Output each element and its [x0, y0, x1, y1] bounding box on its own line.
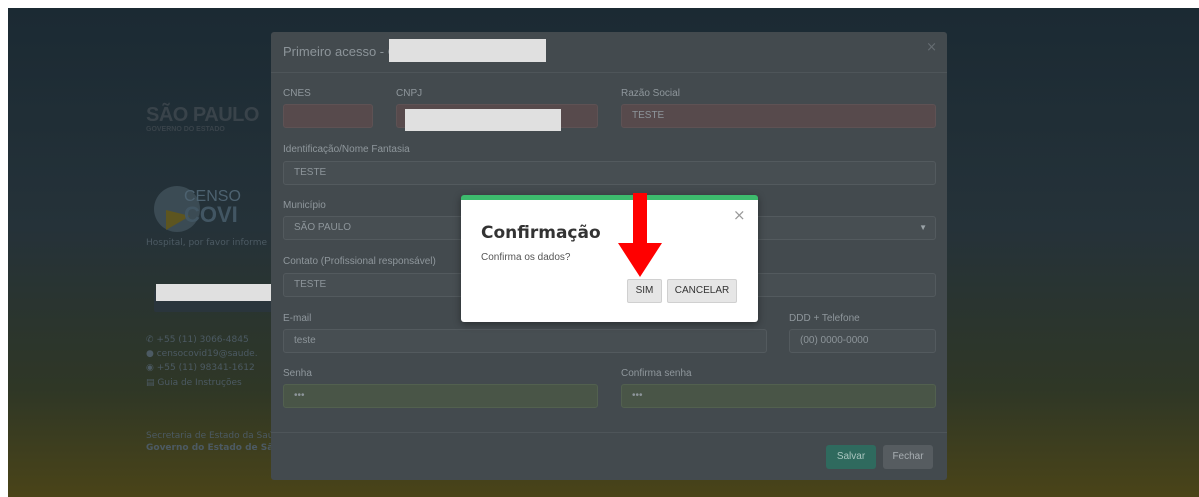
telefone-field[interactable]: (00) 0000-0000	[789, 329, 936, 353]
cnes-field[interactable]	[283, 104, 373, 128]
modal-header: Primeiro acesso - C ×	[271, 32, 947, 73]
email-field[interactable]: teste	[283, 329, 767, 353]
red-arrow-shape	[618, 193, 662, 277]
label-senha: Senha	[283, 368, 312, 379]
sao-paulo-logo: SÃO PAULO GOVERNO DO ESTADO	[146, 104, 259, 133]
redacted-cnpj-block	[405, 109, 561, 131]
close-button[interactable]: Fechar	[883, 445, 933, 469]
modal-close-icon[interactable]: ×	[926, 40, 937, 55]
whatsapp-icon: ◉	[146, 363, 154, 373]
contact-whatsapp: ◉ +55 (11) 98341-1612	[146, 363, 255, 373]
dialog-title: Confirmação	[481, 223, 601, 243]
close-icon[interactable]: ×	[733, 206, 746, 224]
label-telefone: DDD + Telefone	[789, 313, 860, 324]
email-icon: ●	[146, 349, 154, 359]
red-arrow-icon	[618, 193, 662, 277]
redacted-title-block	[389, 39, 546, 62]
footer-line-2: Governo do Estado de São P	[146, 443, 290, 453]
municipio-value: SÃO PAULO	[294, 222, 352, 233]
guide-link: ▤ Guia de Instruções	[146, 378, 242, 388]
contact-phone: ✆ +55 (11) 3066-4845	[146, 335, 249, 345]
label-confirma-senha: Confirma senha	[621, 368, 692, 379]
nome-fantasia-field[interactable]: TESTE	[283, 161, 936, 185]
save-button[interactable]: Salvar	[826, 445, 876, 469]
cancel-button[interactable]: CANCELAR	[667, 279, 737, 303]
label-razao-social: Razão Social	[621, 88, 680, 99]
label-contato: Contato (Profissional responsável)	[283, 256, 436, 267]
razao-social-field[interactable]: TESTE	[621, 104, 936, 128]
label-municipio: Município	[283, 200, 326, 211]
modal-footer: Salvar Fechar	[271, 432, 947, 481]
hint-text: Hospital, por favor informe	[146, 238, 268, 248]
label-nome-fantasia: Identificação/Nome Fantasia	[283, 144, 410, 155]
senha-field[interactable]: •••	[283, 384, 598, 408]
modal-title: Primeiro acesso - C	[283, 44, 398, 59]
label-email: E-mail	[283, 313, 312, 324]
label-cnes: CNES	[283, 88, 311, 99]
redacted-block	[156, 284, 275, 301]
yes-button[interactable]: SIM	[627, 279, 662, 303]
dialog-message: Confirma os dados?	[481, 252, 571, 263]
label-cnpj: CNPJ	[396, 88, 423, 99]
confirma-senha-field[interactable]: •••	[621, 384, 936, 408]
pdf-icon: ▤	[146, 378, 155, 388]
contact-email: ● censocovid19@saude.	[146, 349, 258, 359]
footer-line-1: Secretaria de Estado da Saúd	[146, 431, 280, 441]
phone-icon: ✆	[146, 335, 154, 345]
chevron-down-icon: ▼	[919, 223, 927, 232]
confirmation-dialog: × Confirmação Confirma os dados? SIM CAN…	[461, 195, 758, 322]
